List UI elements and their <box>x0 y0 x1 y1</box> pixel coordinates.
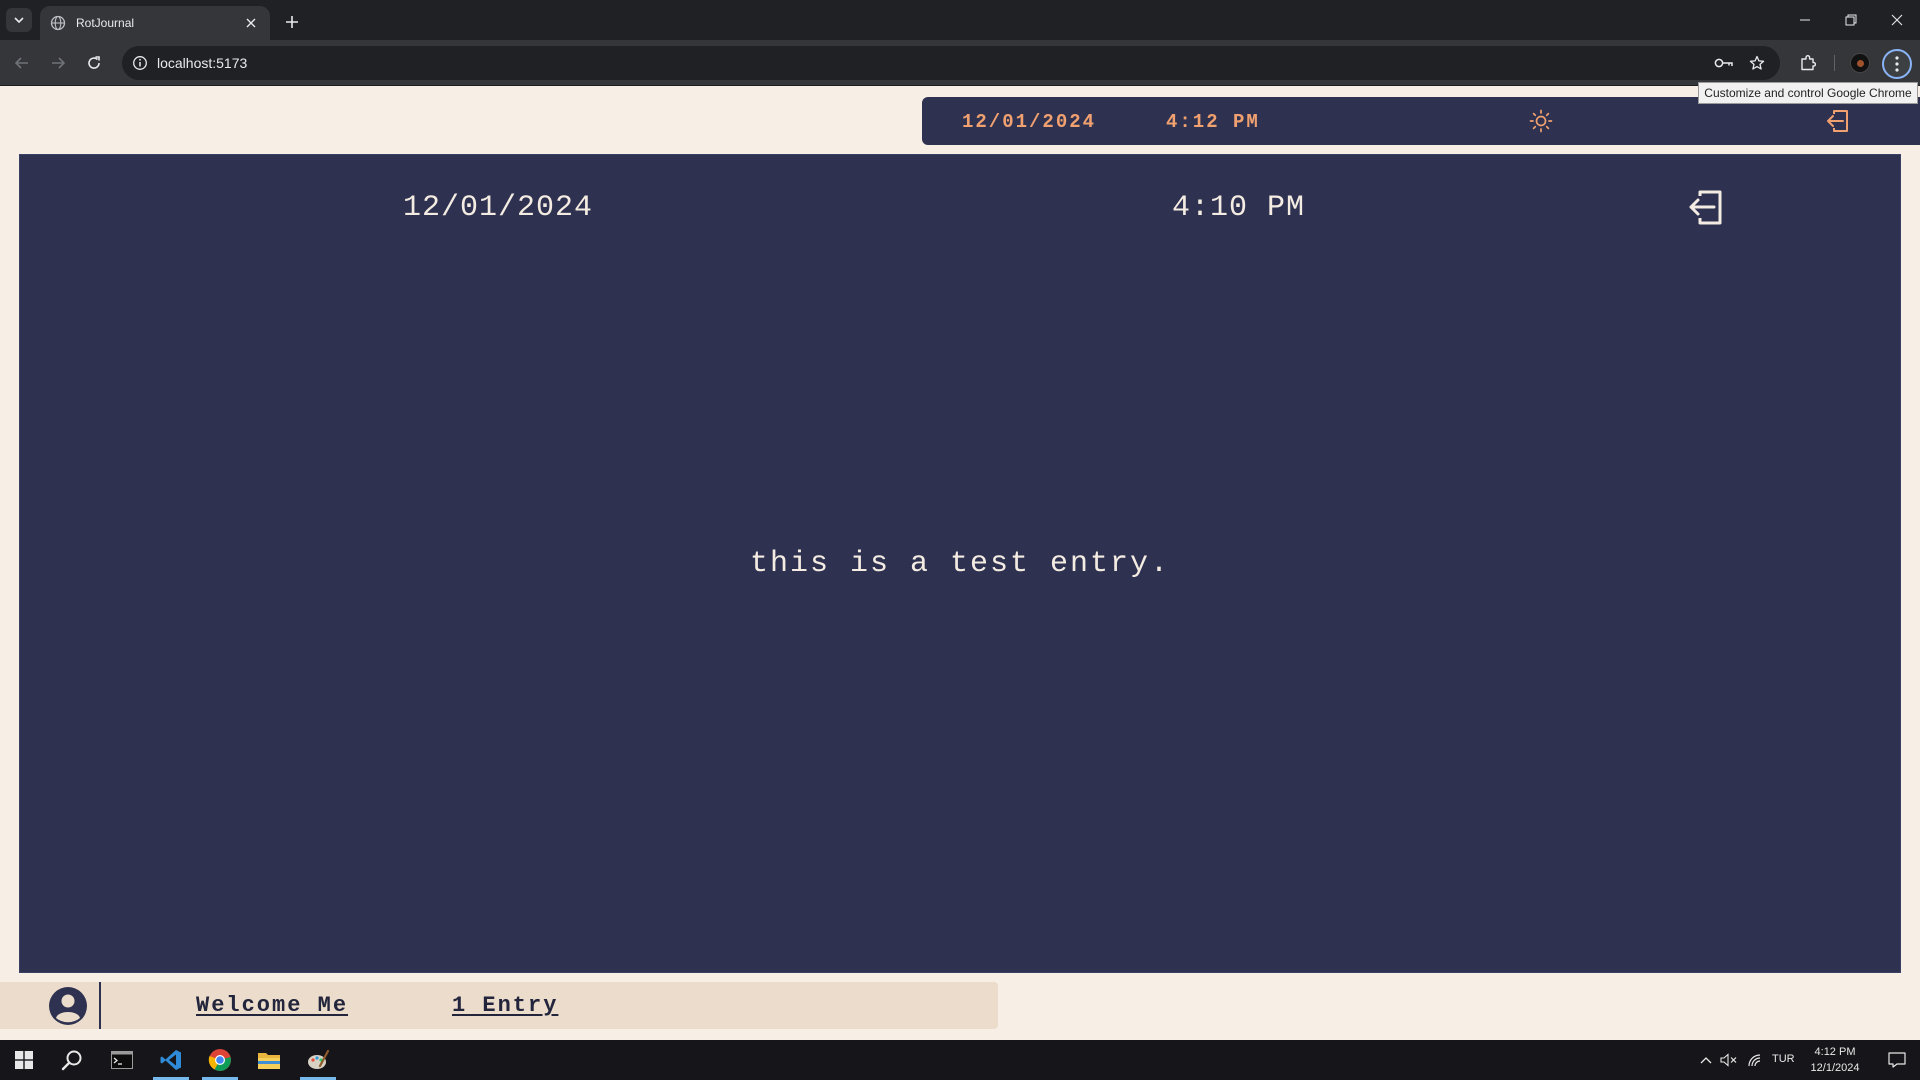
current-date: 12/01/2024 <box>962 111 1097 133</box>
arrow-left-icon <box>14 57 28 69</box>
address-bar[interactable]: localhost:5173 <box>122 46 1780 80</box>
start-button[interactable] <box>0 1040 48 1080</box>
tab-search-button[interactable] <box>6 8 32 32</box>
info-icon[interactable] <box>130 53 150 73</box>
taskbar-search-button[interactable] <box>48 1040 96 1080</box>
vscode-icon <box>160 1050 181 1070</box>
restore-window-button[interactable] <box>1828 0 1874 40</box>
browser-tab-strip: RotJournal <box>0 0 1920 40</box>
journal-entry-card[interactable]: 12/01/2024 4:10 PM this is a test entry. <box>19 154 1901 973</box>
app-header-bar: 12/01/2024 4:12 PM <box>922 97 1920 145</box>
minimize-icon <box>1800 19 1810 21</box>
plus-icon <box>286 16 298 28</box>
input-language[interactable]: TUR <box>1772 1053 1795 1065</box>
chevron-up-icon <box>1700 1057 1712 1064</box>
extensions-icon[interactable] <box>1796 51 1820 75</box>
search-icon <box>61 1050 82 1071</box>
windows-start-icon <box>15 1051 33 1069</box>
chrome-icon <box>208 1049 231 1071</box>
system-clock[interactable]: 4:12 PM 12/1/2024 <box>1800 1044 1870 1076</box>
arrow-right-icon <box>52 57 66 69</box>
notification-center-button[interactable] <box>1874 1040 1920 1080</box>
restore-icon <box>1845 14 1857 26</box>
reload-button[interactable] <box>82 51 106 75</box>
footer-divider <box>99 982 101 1029</box>
password-key-icon[interactable] <box>1714 53 1734 73</box>
show-hidden-icons-button[interactable] <box>1696 1050 1716 1070</box>
notification-icon <box>1888 1052 1906 1068</box>
chrome-menu-button[interactable] <box>1882 49 1912 79</box>
reload-icon <box>88 56 100 69</box>
welcome-link[interactable]: Welcome Me <box>196 993 348 1018</box>
clock-date: 12/1/2024 <box>1810 1062 1860 1074</box>
volume-muted-icon[interactable] <box>1719 1050 1739 1070</box>
url-text[interactable]: localhost:5173 <box>157 55 247 71</box>
current-time: 4:12 PM <box>1166 111 1260 133</box>
windows-taskbar: TUR 4:12 PM 12/1/2024 <box>0 1040 1920 1080</box>
taskbar-chrome[interactable] <box>196 1040 244 1080</box>
logout-icon[interactable] <box>1822 105 1854 137</box>
entry-time: 4:10 PM <box>1172 191 1306 225</box>
entry-count-link[interactable]: 1 Entry <box>452 993 558 1018</box>
tab-title: RotJournal <box>76 16 135 30</box>
entry-body: this is a test entry. <box>749 547 1171 581</box>
browser-tab[interactable]: RotJournal <box>40 6 270 40</box>
taskbar-paint[interactable] <box>294 1040 342 1080</box>
chevron-down-icon <box>14 17 24 24</box>
browser-toolbar: localhost:5173 <box>0 40 1920 86</box>
taskbar-file-explorer[interactable] <box>245 1040 293 1080</box>
app-footer-bar: Welcome Me 1 Entry <box>0 982 998 1029</box>
file-explorer-icon <box>258 1053 280 1069</box>
toolbar-divider <box>1834 55 1835 71</box>
network-icon[interactable] <box>1745 1050 1765 1070</box>
close-tab-icon[interactable] <box>242 14 260 32</box>
clock-time: 4:12 PM <box>1814 1046 1856 1058</box>
star-icon[interactable] <box>1747 53 1767 73</box>
close-window-button[interactable] <box>1874 0 1920 40</box>
forward-button[interactable] <box>46 51 70 75</box>
taskbar-vscode[interactable] <box>147 1040 195 1080</box>
close-icon <box>1891 14 1903 26</box>
terminal-icon <box>111 1051 133 1069</box>
minimize-window-button[interactable] <box>1782 0 1828 40</box>
profile-avatar[interactable] <box>1850 53 1870 73</box>
user-avatar-icon[interactable] <box>48 986 88 1026</box>
back-button[interactable] <box>10 51 34 75</box>
more-vertical-icon <box>1895 56 1899 72</box>
taskbar-terminal[interactable] <box>98 1040 146 1080</box>
new-tab-button[interactable] <box>280 10 304 34</box>
paint-icon <box>308 1049 330 1069</box>
exit-entry-icon[interactable] <box>1682 183 1730 231</box>
entry-date: 12/01/2024 <box>403 191 594 225</box>
globe-icon <box>50 15 66 31</box>
sun-icon[interactable] <box>1528 108 1554 134</box>
chrome-menu-tooltip: Customize and control Google Chrome <box>1698 82 1918 104</box>
